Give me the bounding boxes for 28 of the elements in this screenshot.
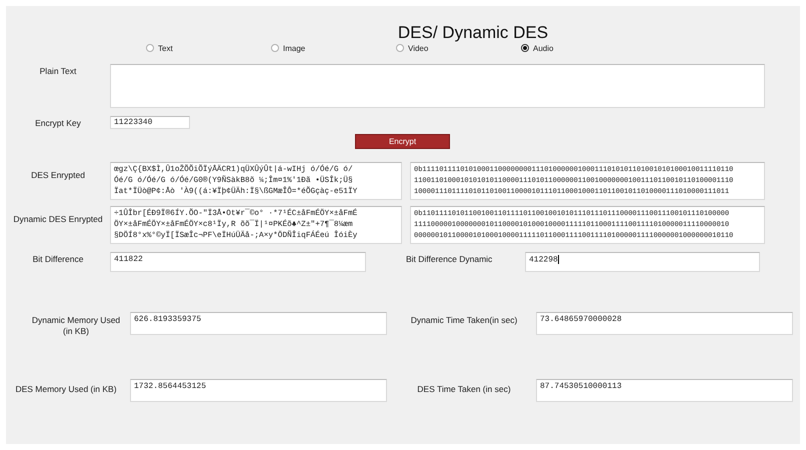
des-memory-field[interactable]: 1732.8564453125	[130, 379, 387, 402]
field-label: Encrypt Key	[34, 117, 82, 129]
media-radio[interactable]: Audio	[521, 44, 646, 52]
radio-icon[interactable]	[271, 44, 279, 52]
encrypt-button[interactable]: Encrypt	[355, 134, 450, 149]
radio-icon[interactable]	[396, 44, 404, 52]
field-label: Plain Text	[38, 65, 78, 77]
media-radio[interactable]: Video	[396, 44, 521, 52]
field-label: Dynamic Time Taken(in sec)	[410, 314, 518, 326]
field-label: Bit Difference	[32, 253, 84, 265]
text-cursor	[558, 255, 559, 264]
bit-difference-field[interactable]: 411822	[110, 252, 366, 272]
app-title: DES/ Dynamic DES	[396, 24, 550, 42]
media-radio[interactable]: Image	[271, 44, 396, 52]
dynamic-time-field[interactable]: 73.64865970000028	[536, 312, 793, 335]
media-radio[interactable]: Text	[146, 44, 271, 52]
field-label: Dynamic Memory Used (in KB)	[30, 314, 122, 337]
field-label: DES Memory Used (in KB)	[14, 383, 118, 395]
des-time-field[interactable]: 87.74530510000113	[536, 379, 793, 402]
radio-icon[interactable]	[521, 44, 529, 52]
dynamic-memory-field[interactable]: 626.8193359375	[130, 312, 387, 335]
bit-difference-dynamic-field[interactable]: 412298	[525, 252, 760, 272]
key-input[interactable]: 11223340	[110, 116, 190, 129]
field-label: DES Time Taken (in sec)	[416, 383, 512, 395]
field-label: Bit Difference Dynamic	[406, 253, 494, 265]
radio-icon[interactable]	[146, 44, 154, 52]
field-label: Dynamic DES Enrypted	[12, 213, 104, 225]
field-label: DES Enrypted	[30, 169, 86, 181]
